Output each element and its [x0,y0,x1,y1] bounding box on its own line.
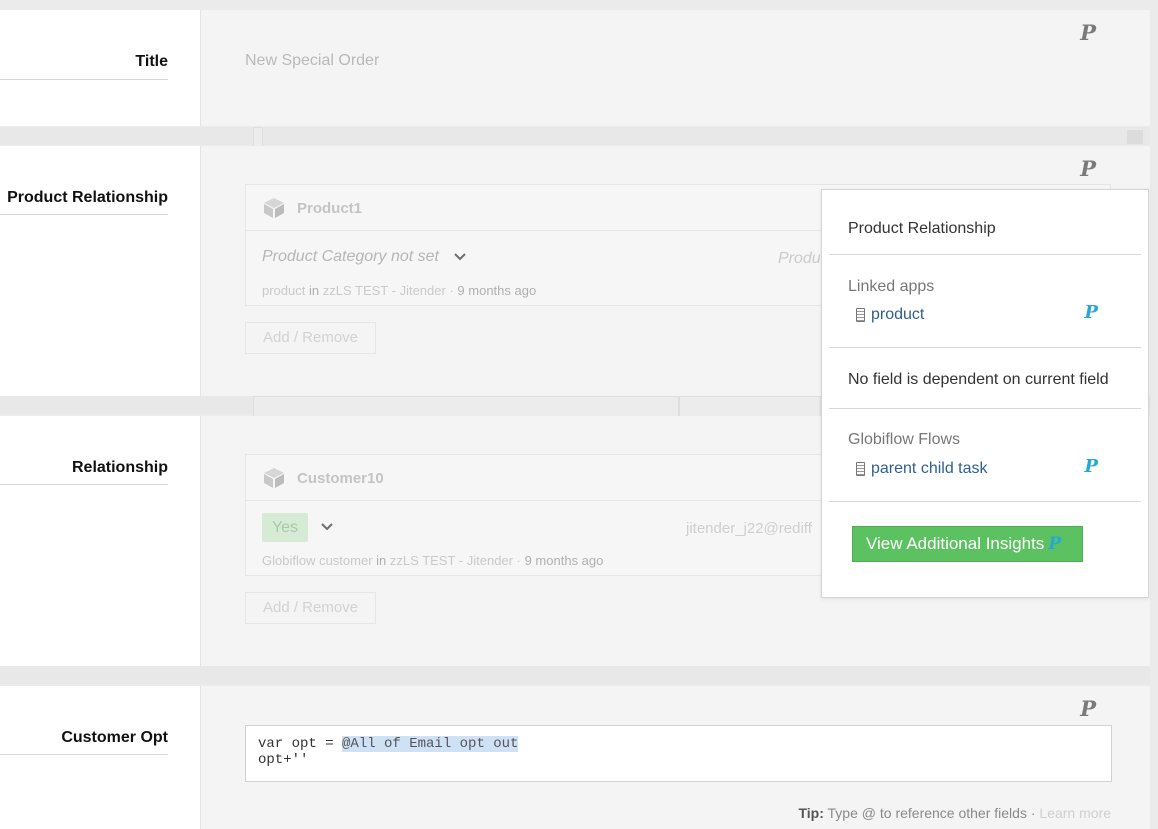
card-title[interactable]: Product1 [297,200,362,217]
label-underline [0,214,168,215]
label-underline [0,754,168,755]
calculation-code-editor[interactable]: var opt = @All of Email opt out opt+'' [245,725,1112,782]
globiflow-flows-label: Globiflow Flows [848,431,961,448]
popover-divider [829,347,1141,348]
view-additional-insights-button[interactable]: View Additional Insights P [852,526,1083,562]
tab-stub [253,396,679,416]
app-icon [856,462,865,476]
code-line-1: var opt = @All of Email opt out [258,736,1099,752]
meta-sep: · [449,283,454,298]
p-badge-icon[interactable]: P [1080,156,1096,181]
p-badge-icon[interactable]: P [1084,302,1098,323]
section-divider [0,127,1150,147]
dependency-text: No field is dependent on current field [848,371,1109,388]
meta-in: in [376,553,387,568]
flow-name[interactable]: parent child task [871,460,988,478]
meta-in: in [309,283,320,298]
chevron-down-icon[interactable] [320,522,340,538]
linked-app-link[interactable]: product [856,306,924,324]
cube-icon [262,467,286,489]
field-insights-popover: Product Relationship Linked apps product… [821,189,1149,598]
popover-divider [829,254,1141,255]
meta-time: 9 months ago [524,553,604,568]
code-prefix: var opt = [258,736,343,752]
app-icon [856,308,865,322]
popover-title: Product Relationship [848,220,996,237]
p-badge-icon[interactable]: P [1080,20,1096,45]
tab-stub [679,396,821,416]
add-remove-button[interactable]: Add / Remove [245,592,376,624]
product-relationship-label: Product Relationship [7,189,168,206]
tip-label: Tip: [798,805,824,821]
meta-workspace[interactable]: zzLS TEST - Jitender [323,283,446,298]
title-value[interactable]: New Special Order [245,52,379,70]
insights-label: View Additional Insights [866,534,1045,553]
code-line-2: opt+'' [258,752,309,768]
learn-more-link[interactable]: Learn more [1039,805,1111,821]
product-category-value: Product Category not set [262,248,439,265]
relationship-label: Relationship [71,459,168,476]
scroll-handle [1127,130,1143,144]
card-meta: product in zzLS TEST - Jitender · 9 mont… [262,283,536,298]
title-field-row: Title P New Special Order [0,10,1150,126]
customer-opt-label: Customer Opt [61,729,168,746]
meta-app[interactable]: Globiflow customer [262,553,373,568]
title-value-panel[interactable]: P New Special Order [200,10,1150,126]
customer-opt-row: Customer Opt P var opt = @All of Email o… [0,686,1150,829]
popover-divider [829,408,1141,409]
linked-apps-label: Linked apps [848,278,935,295]
field-label-panel: Relationship [0,416,200,666]
field-label-panel: Title [0,10,200,126]
label-underline [0,79,168,80]
tab-stub [253,127,263,147]
cube-icon [262,197,286,219]
meta-sep: · [516,553,521,568]
p-badge-icon: P [1048,534,1062,554]
add-remove-button[interactable]: Add / Remove [245,322,376,354]
field-label-panel: Product Relationship [0,146,200,396]
meta-time: 9 months ago [457,283,537,298]
card-right-value: Produ [778,250,821,267]
top-strip [0,0,1150,10]
flow-link[interactable]: parent child task [856,460,988,478]
card-meta: Globiflow customer in zzLS TEST - Jitend… [262,553,603,568]
p-badge-icon[interactable]: P [1084,456,1098,477]
email-value: jitender_j22@rediff [686,520,812,537]
tip-body: Type @ to reference other fields · [827,805,1036,821]
title-label: Title [135,53,168,70]
popover-divider [829,501,1141,502]
meta-app[interactable]: product [262,283,305,298]
p-badge-icon[interactable]: P [1080,696,1096,721]
customer-opt-panel: P var opt = @All of Email opt out opt+''… [200,686,1150,829]
meta-workspace[interactable]: zzLS TEST - Jitender [390,553,513,568]
label-underline [0,484,168,485]
yes-badge: Yes [262,513,308,542]
field-label-panel: Customer Opt [0,686,200,829]
section-divider [0,666,1150,684]
linked-app-name[interactable]: product [871,306,924,324]
chevron-down-icon[interactable] [453,252,473,268]
field-token[interactable]: @All of Email opt out [342,736,519,752]
tip-text: Tip: Type @ to reference other fields · … [798,805,1111,821]
card-title[interactable]: Customer10 [297,470,384,487]
